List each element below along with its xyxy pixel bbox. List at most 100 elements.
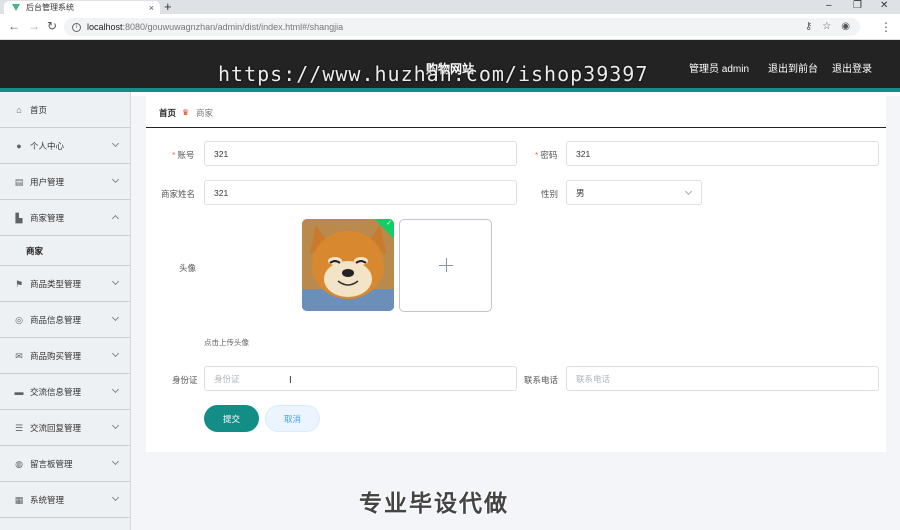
chevron-down-icon	[111, 385, 120, 394]
chevron-down-icon	[111, 493, 120, 502]
password-label: * 密码	[535, 150, 558, 160]
chat-icon: ▬	[14, 386, 24, 397]
bottom-watermark: 专业毕设代做	[359, 490, 509, 516]
text-cursor-icon: I	[289, 375, 292, 386]
compass-icon: ◎	[15, 314, 23, 325]
merchant-name-label: 商家姓名	[161, 189, 196, 199]
sidebar-item-label: 商品购买管理	[30, 350, 82, 361]
phone-input[interactable]: 联系电话	[566, 366, 879, 391]
user-icon: ●	[16, 140, 22, 151]
sidebar-item-label: 商品类型管理	[30, 278, 82, 289]
sidebar-item-label: 首页	[30, 104, 48, 115]
vue-logo-icon	[12, 4, 20, 11]
admin-user-label: 管理员 admin	[689, 64, 750, 75]
flag-icon: ⚑	[14, 278, 24, 289]
forward-icon[interactable]: →	[28, 19, 40, 33]
cancel-button[interactable]: 取消	[265, 405, 320, 432]
sidebar-item-label: 系统管理	[30, 494, 65, 505]
sidebar: ⌂ 首页 ● 个人中心 ▤ 用户管理 ▙ 商家管理 商家 ⚑ 商品类型管理 ◎ …	[0, 92, 131, 530]
sidebar-item-label: 商家管理	[30, 212, 65, 223]
url-field[interactable]: i localhost:8080/gouwuwagnzhan/admin/dis…	[64, 18, 860, 36]
id-card-input[interactable]: 身份证	[204, 366, 517, 391]
user-manage-icon: ▤	[14, 176, 24, 187]
browser-menu-icon[interactable]: ⋮	[880, 20, 892, 34]
breadcrumb: 首页 ♛ 商家	[159, 107, 213, 119]
phone-label: 联系电话	[524, 375, 559, 385]
browser-tab-bar: 后台管理系统 × + – ❐ ✕	[0, 0, 900, 14]
avatar-label: 头像	[179, 263, 197, 273]
breadcrumb-divider	[146, 127, 886, 128]
star-icon[interactable]: ☆	[822, 21, 831, 32]
reload-icon[interactable]: ↻	[47, 19, 57, 33]
sidebar-item-label: 交流回复管理	[30, 422, 82, 433]
logout-link[interactable]: 退出登录	[832, 60, 872, 75]
sidebar-item-home[interactable]: ⌂ 首页	[0, 92, 130, 128]
chevron-down-icon	[111, 139, 120, 148]
chevron-down-icon	[111, 313, 120, 322]
tab-close-icon[interactable]: ×	[149, 3, 154, 13]
shiba-dog-image	[302, 219, 394, 311]
avatar-upload-button[interactable]	[399, 219, 492, 312]
key-icon[interactable]: ⚷	[805, 21, 812, 32]
sidebar-item-label: 商家	[26, 245, 44, 256]
shop-icon: ▙	[15, 212, 23, 223]
account-label: * 账号	[172, 150, 195, 160]
sliders-icon: ☰	[14, 422, 24, 433]
sidebar-item-purchases[interactable]: ✉ 商品购买管理	[0, 338, 130, 374]
grid-icon: ▦	[14, 494, 24, 505]
sidebar-item-system[interactable]: ▦ 系统管理	[0, 482, 130, 518]
gender-select-value: 男	[576, 187, 585, 198]
tab-title: 后台管理系统	[26, 3, 74, 12]
breadcrumb-home[interactable]: 首页	[159, 107, 176, 119]
globe-icon: ◍	[15, 458, 23, 469]
exit-to-front-link[interactable]: 退出到前台	[768, 60, 818, 75]
check-icon: ✓	[386, 220, 392, 227]
new-tab-button[interactable]: +	[164, 0, 172, 14]
submit-button[interactable]: 提交	[204, 405, 259, 432]
chevron-down-icon	[111, 421, 120, 430]
breadcrumb-current: 商家	[196, 108, 214, 118]
merchant-name-input[interactable]: 321	[204, 180, 517, 205]
gender-select[interactable]: 男	[566, 180, 702, 205]
breadcrumb-separator-icon: ♛	[182, 108, 190, 117]
address-bar: ← → ↻ i localhost:8080/gouwuwagnzhan/adm…	[0, 14, 900, 40]
info-icon[interactable]: i	[72, 22, 81, 32]
password-input[interactable]: 321	[566, 141, 879, 166]
sidebar-subitem-merchant[interactable]: 商家	[0, 236, 130, 266]
back-icon[interactable]: ←	[8, 19, 20, 33]
sidebar-item-label: 用户管理	[30, 176, 65, 187]
sidebar-item-label: 商品信息管理	[30, 314, 82, 325]
url-path: :8080/gouwuwagnzhan/admin/dist/index.htm…	[122, 22, 344, 32]
chevron-down-icon	[111, 349, 120, 358]
profile-icon[interactable]: ◉	[841, 21, 850, 32]
mail-icon: ✉	[15, 350, 23, 361]
sidebar-item-merchants[interactable]: ▙ 商家管理	[0, 200, 130, 236]
chevron-down-icon	[111, 457, 120, 466]
window-close-icon[interactable]: ✕	[880, 0, 888, 11]
sidebar-item-guestbook[interactable]: ◍ 留言板管理	[0, 446, 130, 482]
form-card: 首页 ♛ 商家 * 账号 321 * 密码 321 商家姓名 321 性别 男 头像	[146, 96, 886, 452]
sidebar-item-label: 交流信息管理	[30, 386, 82, 397]
chevron-down-icon	[111, 277, 120, 286]
sidebar-item-label: 个人中心	[30, 140, 65, 151]
restore-icon[interactable]: ❐	[853, 0, 862, 11]
sidebar-item-label: 留言板管理	[30, 458, 73, 469]
id-card-label: 身份证	[172, 375, 198, 385]
upload-tip: 点击上传头像	[204, 338, 249, 347]
sidebar-item-profile[interactable]: ● 个人中心	[0, 128, 130, 164]
watermark-url: https://www.huzhan.com/ishop39397	[218, 62, 649, 86]
avatar-image[interactable]: ✓	[302, 219, 394, 311]
minimize-icon[interactable]: –	[826, 0, 832, 11]
sidebar-item-replies[interactable]: ☰ 交流回复管理	[0, 410, 130, 446]
url-host: localhost	[87, 22, 123, 32]
plus-icon-vertical	[446, 258, 447, 272]
sidebar-item-product-info[interactable]: ◎ 商品信息管理	[0, 302, 130, 338]
account-input[interactable]: 321	[204, 141, 517, 166]
sidebar-item-users[interactable]: ▤ 用户管理	[0, 164, 130, 200]
chevron-down-icon	[111, 175, 120, 184]
home-icon: ⌂	[16, 104, 22, 115]
chevron-down-icon	[684, 187, 693, 196]
sidebar-item-messages[interactable]: ▬ 交流信息管理	[0, 374, 130, 410]
browser-tab[interactable]: 后台管理系统 ×	[4, 1, 160, 14]
sidebar-item-product-types[interactable]: ⚑ 商品类型管理	[0, 266, 130, 302]
